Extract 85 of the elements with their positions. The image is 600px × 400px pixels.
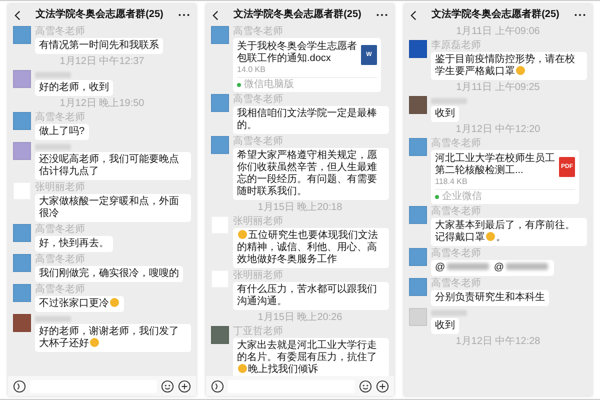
message-bubble: 有什么压力，苦水都可以跟我们沟通沟通。 xyxy=(233,282,389,310)
message-bubble: 还没呢高老师，我们可能要晚点估计得九点了 xyxy=(35,152,191,180)
timestamp: 1月12日 中午12:28 xyxy=(456,336,540,348)
sender-name: 高雪冬老师 xyxy=(35,284,85,296)
avatar-placeholder[interactable] xyxy=(409,308,427,326)
back-icon[interactable] xyxy=(212,10,219,20)
plus-icon[interactable] xyxy=(178,380,191,392)
message-bubble: 大家做核酸一定穿暖和点，外面很冷 xyxy=(35,194,191,222)
sender-name: 张明丽老师 xyxy=(233,270,283,282)
avatar-placeholder[interactable] xyxy=(211,326,229,344)
sender-name: 高雪冬老师 xyxy=(431,206,481,218)
avatar-placeholder[interactable] xyxy=(13,112,31,130)
message-bubble: 大家出去就是河北工业大学行走的名片。有委屈有压力，抗住了 晚上找我们倾诉 xyxy=(233,338,389,376)
message-bubble: 五位研究生也要体现我们文法的精神，诚信、利他、用心、高效地做好冬奥服务工作 xyxy=(233,228,389,268)
avatar-placeholder[interactable] xyxy=(211,26,229,44)
sender-name: 高雪冬老师 xyxy=(431,138,481,150)
more-icon[interactable] xyxy=(178,13,190,17)
message-bubble: 收到 xyxy=(431,106,459,122)
timestamp: 1月12日 晚上19:50 xyxy=(60,98,144,110)
file-source: 企业微信 xyxy=(442,191,482,202)
emoji-button-icon[interactable] xyxy=(359,380,372,392)
source-icon xyxy=(435,194,439,198)
file-size: 14.0 KB xyxy=(237,65,266,75)
plus-icon[interactable] xyxy=(376,380,389,392)
timestamp: 1月12日 中午12:20 xyxy=(456,124,540,136)
message-bubble: 我们刚做完，确实很冷，嗖嗖的 xyxy=(35,266,183,282)
avatar-placeholder[interactable] xyxy=(13,224,31,242)
sender-name: 张明丽老师 xyxy=(35,182,85,194)
avatar-placeholder[interactable] xyxy=(409,248,427,266)
timestamp: 1月15日 晚上20:26 xyxy=(258,312,342,324)
back-icon[interactable] xyxy=(410,10,417,20)
chat-title: 文法学院冬奥会志愿者群(25) xyxy=(36,9,164,21)
avatar-placeholder[interactable] xyxy=(13,26,31,44)
message-bubble: 好的老师，收到 xyxy=(35,80,113,96)
avatar-placeholder[interactable] xyxy=(13,70,31,88)
avatar-placeholder[interactable] xyxy=(211,136,229,154)
sender-name: 李原磊老师 xyxy=(431,40,481,52)
message-bubble: 分别负责研究生和本科生 xyxy=(431,290,549,306)
avatar-placeholder[interactable] xyxy=(409,96,427,114)
message-bubble: 好的老师，谢谢老师，我们发了大杯子还好 xyxy=(35,324,191,352)
timestamp: 1月11日 上午09:06 xyxy=(456,26,540,38)
back-icon[interactable] xyxy=(14,10,21,20)
message-bubble: 希望大家严格遵守相关规定，愿你们收获虽然辛苦，但人生最难忘的一段经历。有问题、有需要随时联系我们。 xyxy=(233,148,389,200)
chat-title: 文法学院冬奥会志愿者群(25) xyxy=(234,9,362,21)
sender-name: 高雪冬老师 xyxy=(35,224,85,236)
message-bubble: 做上了吗? xyxy=(35,124,89,140)
sender-name: 高雪冬老师 xyxy=(35,254,85,266)
sender-name: 丁亚哲老师 xyxy=(233,326,283,338)
message-bubble: 不过张家口更冷 xyxy=(35,296,124,312)
emoji-button-icon[interactable] xyxy=(161,380,174,392)
file-name: 河北工业大学在校师生员工第二轮核酸检测工... xyxy=(435,153,555,177)
sender-name: 高雪冬老师 xyxy=(233,136,283,148)
sender-name: 高雪冬老师 xyxy=(431,248,481,260)
avatar-placeholder[interactable] xyxy=(13,142,31,160)
message-bubble: 鉴于目前疫情防控形势，请在校学生要严格戴口罩 xyxy=(431,52,587,80)
avatar-placeholder[interactable] xyxy=(211,94,229,112)
file-name: 关于我校冬奥会学生志愿者包联工作的通知.docx xyxy=(237,41,357,65)
file-source: 微信电脑版 xyxy=(244,79,294,90)
timestamp: 1月15日 晚上20:18 xyxy=(258,202,342,214)
more-icon[interactable] xyxy=(376,13,388,17)
message-bubble: 我相信咱们文法学院一定是最棒的。 xyxy=(233,106,389,134)
avatar-placeholder[interactable] xyxy=(13,284,31,302)
avatar-placeholder[interactable] xyxy=(13,314,31,332)
avatar-placeholder[interactable] xyxy=(409,138,427,156)
avatar-placeholder[interactable] xyxy=(409,40,427,58)
sender-name: 张明丽老师 xyxy=(233,216,283,228)
message-bubble: @ @ xyxy=(431,260,554,276)
file-size: 118.4 KB xyxy=(435,177,468,187)
timestamp: 1月12日 中午12:37 xyxy=(60,56,144,68)
avatar-placeholder[interactable] xyxy=(13,254,31,272)
more-icon[interactable] xyxy=(574,13,586,17)
avatar-placeholder[interactable] xyxy=(409,206,427,224)
sender-name: 高雪冬老师 xyxy=(431,278,481,290)
sender-name: 高雪冬老师 xyxy=(35,112,85,124)
message-bubble: 大家基本到最后了，有序前往。记得戴口罩 。 xyxy=(431,218,587,246)
voice-icon[interactable] xyxy=(13,380,26,392)
message-bubble: 收到 xyxy=(431,318,459,334)
source-icon xyxy=(237,82,241,86)
message-bubble: 有情况第一时间先和我联系 xyxy=(35,38,163,54)
voice-icon[interactable] xyxy=(211,380,224,392)
message-bubble: 好，快到再去。 xyxy=(35,236,113,252)
timestamp: 1月11日 上午09:25 xyxy=(456,82,540,94)
sender-name: 高雪冬老师 xyxy=(233,94,283,106)
chat-title: 文法学院冬奥会志愿者群(25) xyxy=(432,9,560,21)
avatar-placeholder[interactable] xyxy=(409,278,427,296)
